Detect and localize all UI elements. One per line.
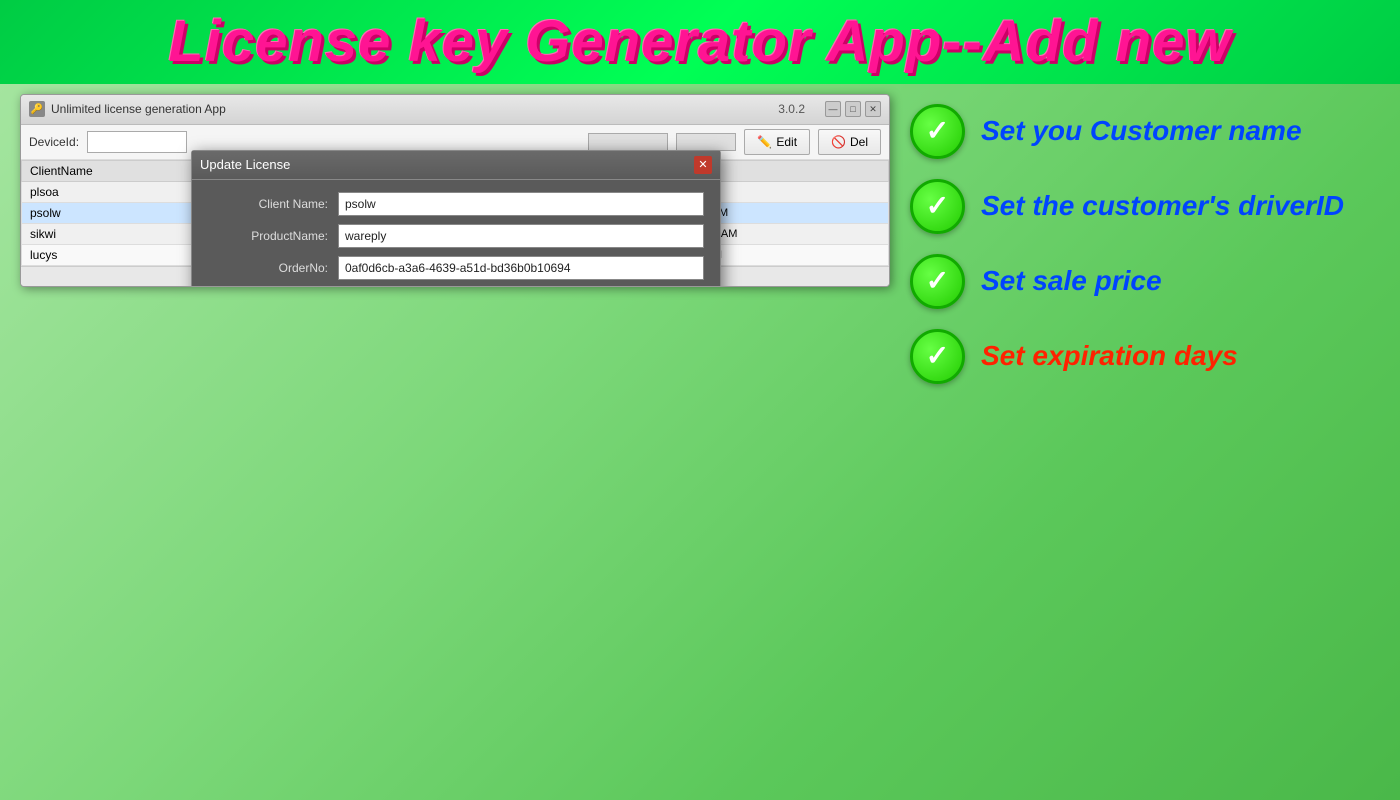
order-no-label: OrderNo: <box>208 261 338 275</box>
window-controls: — □ ✕ <box>825 101 881 117</box>
edit-button[interactable]: ✏️ Edit <box>744 129 810 155</box>
client-name-input[interactable] <box>338 192 704 216</box>
header: License key Generator App--Add new <box>0 0 1400 84</box>
toolbar-scrollbar[interactable] <box>588 133 668 151</box>
modal-dialog: Update License ✕ Client Name: ProductNam… <box>191 150 721 287</box>
check-circle-3: ✓ <box>910 254 965 309</box>
feature-text-2: Set the customer's driverID <box>981 190 1344 222</box>
maximize-button[interactable]: □ <box>845 101 861 117</box>
toolbar-scrollbar2[interactable] <box>676 133 736 151</box>
del-icon: 🚫 <box>831 135 846 149</box>
client-name-row: Client Name: <box>208 192 704 216</box>
app-window: 🔑 Unlimited license generation App 3.0.2… <box>20 94 890 287</box>
feature-text-1: Set you Customer name <box>981 115 1302 147</box>
app-window-container: 🔑 Unlimited license generation App 3.0.2… <box>20 94 890 780</box>
modal-title: Update License <box>200 157 290 172</box>
content-area: ClientName Product plsoa wareply psolw <box>21 160 889 286</box>
modal-body: Client Name: ProductName: OrderNo: <box>192 180 720 287</box>
feature-expiration: ✓ Set expiration days <box>910 329 1380 384</box>
header-title: License key Generator App--Add new <box>20 10 1380 74</box>
del-button[interactable]: 🚫 Del <box>818 129 881 155</box>
device-id-label: DeviceId: <box>29 135 79 149</box>
title-bar: 🔑 Unlimited license generation App 3.0.2… <box>21 95 889 125</box>
feature-driver-id: ✓ Set the customer's driverID <box>910 179 1380 234</box>
edit-icon: ✏️ <box>757 135 772 149</box>
device-id-input[interactable] <box>87 131 187 153</box>
feature-text-4: Set expiration days <box>981 340 1238 372</box>
checkmark-3: ✓ <box>926 267 949 295</box>
checkmark-2: ✓ <box>926 192 949 220</box>
product-name-label: ProductName: <box>208 229 338 243</box>
feature-sale-price: ✓ Set sale price <box>910 254 1380 309</box>
check-circle-1: ✓ <box>910 104 965 159</box>
minimize-button[interactable]: — <box>825 101 841 117</box>
feature-customer-name: ✓ Set you Customer name <box>910 104 1380 159</box>
main-content: 🔑 Unlimited license generation App 3.0.2… <box>0 84 1400 800</box>
right-panel: ✓ Set you Customer name ✓ Set the custom… <box>910 94 1380 780</box>
order-no-row: OrderNo: <box>208 256 704 280</box>
close-button[interactable]: ✕ <box>865 101 881 117</box>
feature-text-3: Set sale price <box>981 265 1162 297</box>
modal-title-bar: Update License ✕ <box>192 151 720 180</box>
product-name-input[interactable] <box>338 224 704 248</box>
product-name-row: ProductName: <box>208 224 704 248</box>
app-title: Unlimited license generation App <box>51 102 778 116</box>
app-version: 3.0.2 <box>778 102 805 116</box>
checkmark-1: ✓ <box>926 117 949 145</box>
app-icon: 🔑 <box>29 101 45 117</box>
checkmark-4: ✓ <box>926 342 949 370</box>
check-circle-2: ✓ <box>910 179 965 234</box>
check-circle-4: ✓ <box>910 329 965 384</box>
client-name-label: Client Name: <box>208 197 338 211</box>
modal-close-button[interactable]: ✕ <box>694 156 712 174</box>
order-no-input[interactable] <box>338 256 704 280</box>
